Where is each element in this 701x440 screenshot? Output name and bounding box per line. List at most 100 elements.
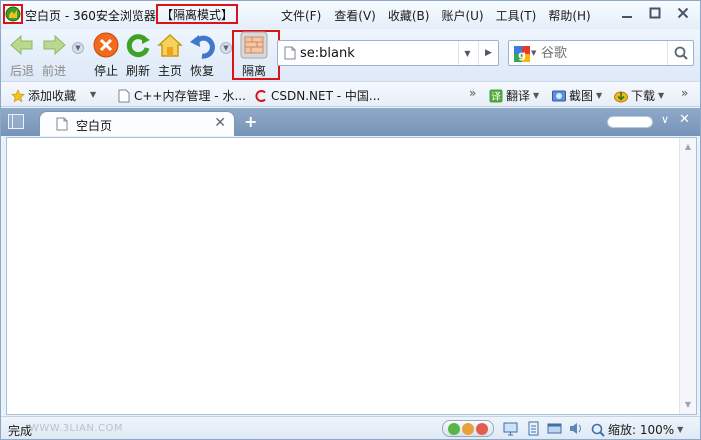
zoom-control[interactable]: 缩放: 100% ▼	[591, 421, 683, 438]
page-content[interactable]: ▲ ▼	[6, 137, 697, 415]
home-button[interactable]: 主页	[154, 31, 186, 79]
tab-bar: 空白页 ✕ + ∨ ✕	[1, 108, 700, 136]
screenshot-label: 截图	[569, 89, 594, 103]
stop-label: 停止	[93, 64, 118, 78]
refresh-icon	[126, 34, 150, 58]
close-icon	[677, 7, 689, 19]
monitor-icon[interactable]	[503, 421, 518, 436]
translate-icon: 译	[489, 89, 503, 103]
search-button[interactable]	[667, 41, 693, 65]
favorite-item[interactable]: CSDN.NET - 中国...	[254, 87, 380, 104]
close-window-button[interactable]	[674, 4, 692, 22]
restore-label: 恢复	[189, 64, 214, 78]
add-favorite-label: 添加收藏	[28, 89, 77, 103]
screenshot-icon	[552, 90, 566, 101]
tab-menu-chevron-icon[interactable]: ∨	[661, 113, 669, 126]
vertical-scrollbar[interactable]: ▲ ▼	[679, 138, 696, 414]
tab-blank-page[interactable]: 空白页 ✕	[39, 111, 235, 136]
isolation-label: 隔离	[241, 64, 266, 78]
favorites-overflow-icon[interactable]: »	[469, 86, 476, 100]
address-bar: ▼ ▶	[277, 40, 499, 66]
restore-button[interactable]: 恢复	[186, 31, 218, 79]
favorite-item-label: C++内存管理 - 水...	[134, 89, 246, 103]
window-icon[interactable]	[547, 421, 562, 436]
minimize-button[interactable]	[618, 4, 636, 22]
home-icon	[157, 33, 183, 57]
stop-button[interactable]: 停止	[90, 31, 122, 79]
zoom-dropdown-icon[interactable]: ▼	[677, 425, 683, 434]
app-icon[interactable]	[3, 4, 23, 24]
back-button[interactable]: 后退	[6, 31, 38, 79]
green-light-icon	[448, 422, 460, 435]
search-input[interactable]	[541, 44, 661, 62]
go-button[interactable]: ▶	[478, 41, 498, 65]
forward-button[interactable]: 前进	[38, 31, 70, 79]
restore-dropdown[interactable]: ▼	[220, 42, 232, 54]
title-bar: 空白页 - 360安全浏览器 【隔离模式】 文件(F) 查看(V) 收藏(B) …	[1, 1, 700, 29]
status-bar: 完成 WWW.3LIAN.COM 缩放: 100% ▼	[1, 416, 700, 439]
menu-bar: 文件(F) 查看(V) 收藏(B) 账户(U) 工具(T) 帮助(H)	[281, 7, 603, 24]
star-icon	[11, 88, 25, 102]
stop-icon	[93, 32, 119, 58]
menu-account[interactable]: 账户(U)	[441, 7, 483, 24]
history-dropdown[interactable]: ▼	[72, 42, 84, 54]
google-icon[interactable]: g	[513, 45, 531, 63]
menu-help[interactable]: 帮助(H)	[548, 7, 590, 24]
scroll-down-icon[interactable]: ▼	[681, 398, 695, 412]
back-label: 后退	[9, 64, 34, 78]
favorites-bar: 添加收藏 ▼ C++内存管理 - 水... CSDN.NET - 中国... »…	[1, 81, 700, 107]
undo-icon	[190, 35, 215, 59]
translate-button[interactable]: 译 翻译 ▼	[489, 87, 539, 104]
navigation-toolbar: 后退 前进 ▼ 停止 刷新 主页 恢复 ▼ 隔离 se:blank ▼ ▶ g …	[1, 29, 700, 81]
isolation-mode-badge: 【隔离模式】	[156, 4, 239, 24]
browser-window: 空白页 - 360安全浏览器 【隔离模式】 文件(F) 查看(V) 收藏(B) …	[0, 0, 701, 440]
menu-view[interactable]: 查看(V)	[334, 7, 376, 24]
page-icon	[118, 89, 130, 102]
tab-search-box[interactable]	[607, 116, 653, 128]
new-tab-icon[interactable]: +	[244, 112, 257, 131]
window-title: 空白页 - 360安全浏览器	[25, 9, 156, 23]
window-controls	[618, 4, 692, 22]
tab-list-icon[interactable]	[8, 114, 24, 129]
home-label: 主页	[157, 64, 182, 78]
document-icon[interactable]	[526, 421, 541, 436]
toolbar-overflow-icon[interactable]: »	[681, 86, 688, 100]
add-favorite-button[interactable]: 添加收藏	[11, 87, 76, 104]
maximize-button[interactable]	[646, 4, 664, 22]
address-dropdown[interactable]: ▼	[458, 41, 476, 65]
isolation-button[interactable]: 隔离	[240, 31, 268, 79]
engine-dropdown-icon[interactable]: ▼	[531, 49, 536, 57]
search-bar: g ▼	[508, 40, 694, 66]
svg-text:g: g	[518, 49, 526, 62]
csdn-icon	[255, 89, 266, 102]
menu-tools[interactable]: 工具(T)	[496, 7, 537, 24]
menu-file[interactable]: 文件(F)	[281, 7, 321, 24]
orange-light-icon	[462, 422, 474, 435]
firewall-icon	[240, 31, 268, 59]
close-all-tabs-icon[interactable]: ✕	[679, 112, 690, 127]
download-dropdown-icon[interactable]: ▼	[658, 91, 664, 100]
scroll-up-icon[interactable]: ▲	[681, 140, 695, 154]
svg-text:译: 译	[491, 91, 501, 103]
menu-favorites[interactable]: 收藏(B)	[388, 7, 430, 24]
zoom-icon	[591, 423, 605, 437]
address-input[interactable]	[300, 44, 460, 62]
page-icon	[56, 117, 68, 131]
back-arrow-icon	[10, 34, 33, 56]
security-lights[interactable]	[442, 420, 494, 437]
minimize-icon	[622, 16, 632, 18]
forward-label: 前进	[41, 64, 66, 78]
favorites-dropdown[interactable]: ▼	[90, 90, 96, 99]
refresh-button[interactable]: 刷新	[122, 31, 154, 79]
download-button[interactable]: 下载 ▼	[614, 87, 664, 104]
translate-dropdown-icon[interactable]: ▼	[533, 91, 539, 100]
forward-arrow-icon	[43, 34, 66, 56]
favorite-item[interactable]: C++内存管理 - 水...	[117, 87, 246, 104]
screenshot-dropdown-icon[interactable]: ▼	[596, 91, 602, 100]
translate-label: 翻译	[506, 89, 531, 103]
screenshot-button[interactable]: 截图 ▼	[552, 87, 602, 104]
tab-close-icon[interactable]: ✕	[214, 115, 226, 131]
speaker-icon[interactable]	[568, 421, 583, 436]
zoom-level: 缩放: 100%	[608, 423, 675, 437]
download-label: 下载	[631, 89, 656, 103]
